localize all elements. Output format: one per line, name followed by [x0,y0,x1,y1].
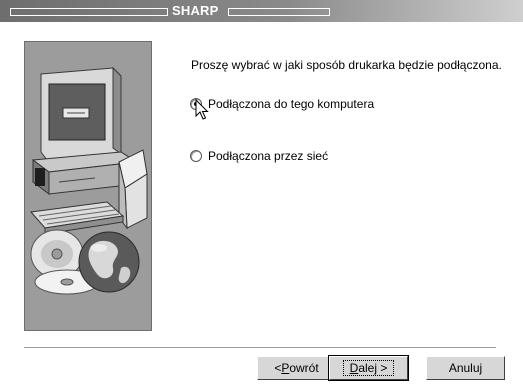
computer-cd-globe-illustration [30,66,148,295]
installer-window: SHARP Proszę wybrać w jaki sposób drukar… [0,0,523,390]
option-local-computer[interactable]: Podłączona do tego komputera [190,97,374,111]
window-title: SHARP [172,3,219,18]
cancel-button[interactable]: Anuluj [426,356,505,380]
back-button[interactable]: < Powrót [257,356,336,380]
monitor-icon [40,66,122,161]
back-button-prefix: < [274,361,282,375]
option-network-label: Podłączona przez sieć [208,149,329,163]
back-button-hotkey: P [281,361,290,375]
keyboard-icon [30,201,125,235]
back-button-label: owrót [289,361,319,375]
option-local-computer-label: Podłączona do tego komputera [208,97,375,111]
title-bar[interactable]: SHARP [0,0,523,22]
radio-network[interactable] [190,150,202,162]
next-button-focus: Dalej > [342,360,395,376]
instruction-text: Proszę wybrać w jaki sposób drukarka będ… [191,58,502,72]
title-bar-left-decoration [10,8,168,16]
button-separator [24,347,496,349]
globe-icon [78,231,140,293]
next-button-label: alej [358,361,377,375]
illustration-panel [24,41,152,331]
option-network[interactable]: Podłączona przez sieć [190,149,328,163]
mouse-pointer-icon [195,99,209,120]
next-button[interactable]: Dalej > [328,355,409,381]
next-button-suffix: > [377,361,388,375]
title-bar-right-decoration [228,8,330,16]
next-button-hotkey: D [349,361,359,375]
